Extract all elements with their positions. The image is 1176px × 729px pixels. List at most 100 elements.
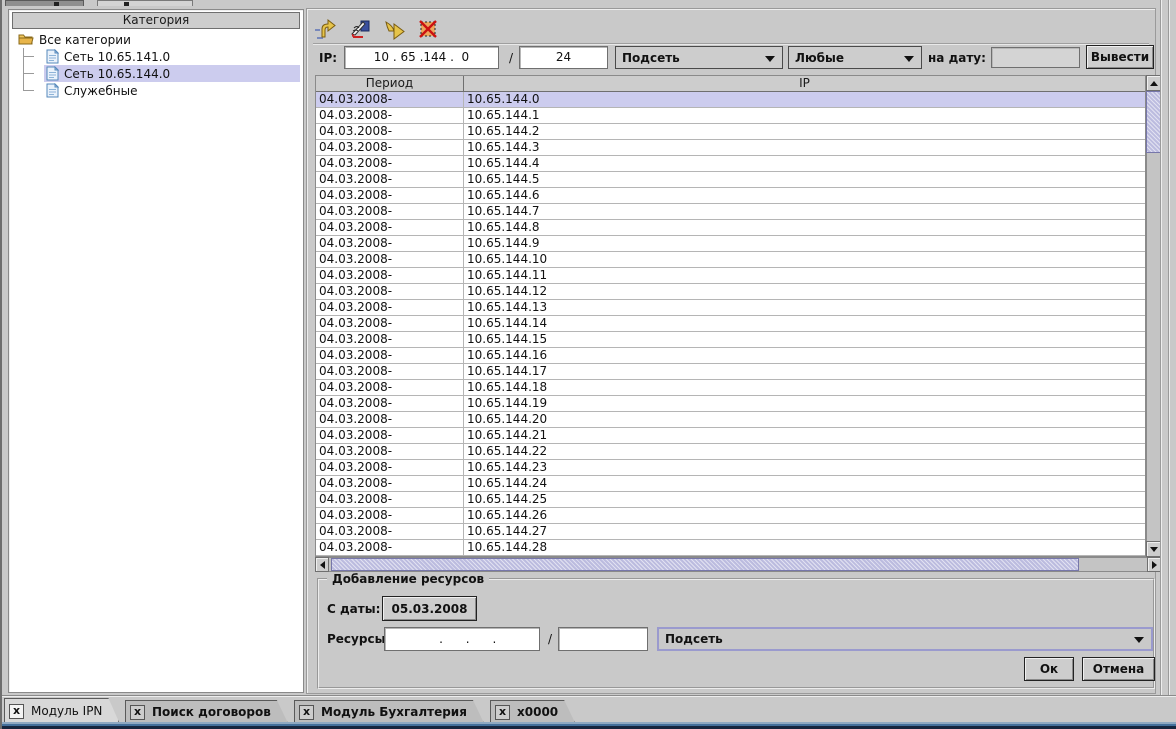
ip-input[interactable]: 10 . 65 .144 . 0 <box>344 46 499 69</box>
cell-ip: 10.65.144.27 <box>464 524 1145 539</box>
tree-item[interactable]: Все категории <box>12 31 300 48</box>
cell-ip: 10.65.144.5 <box>464 172 1145 187</box>
mask-input[interactable]: 24 <box>519 46 608 69</box>
cell-period: 04.03.2008- <box>316 220 464 235</box>
table-row[interactable]: 04.03.2008- 10.65.144.2 <box>316 124 1145 140</box>
chevron-down-icon <box>765 56 775 62</box>
table-row[interactable]: 04.03.2008- 10.65.144.22 <box>316 444 1145 460</box>
table-row[interactable]: 04.03.2008- 10.65.144.13 <box>316 300 1145 316</box>
scroll-left-button[interactable] <box>315 557 329 572</box>
tree-item[interactable]: Сеть 10.65.144.0 <box>12 65 300 82</box>
table-row[interactable]: 04.03.2008- 10.65.144.25 <box>316 492 1145 508</box>
category-panel: Категория Все категории <box>8 9 304 693</box>
cell-period: 04.03.2008- <box>316 252 464 267</box>
cancel-button[interactable]: Отмена <box>1082 657 1155 681</box>
table-row[interactable]: 04.03.2008- 10.65.144.3 <box>316 140 1145 156</box>
table-row[interactable]: 04.03.2008- 10.65.144.18 <box>316 380 1145 396</box>
table-row[interactable]: 04.03.2008- 10.65.144.19 <box>316 396 1145 412</box>
show-button[interactable]: Вывести <box>1086 45 1154 69</box>
scroll-down-button[interactable] <box>1146 541 1161 557</box>
table-row[interactable]: 04.03.2008- 10.65.144.27 <box>316 524 1145 540</box>
tree-item[interactable]: Служебные <box>12 82 300 99</box>
arrow-down-icon <box>1150 547 1158 552</box>
module-tab[interactable]: x Модуль Бухгалтерия <box>294 700 484 723</box>
top-tab-stub-2[interactable] <box>97 0 193 6</box>
table-row[interactable]: 04.03.2008- 10.65.144.26 <box>316 508 1145 524</box>
any-filter-select[interactable]: Любые <box>788 46 922 69</box>
module-tab[interactable]: x x0000 <box>490 700 575 723</box>
table-row[interactable]: 04.03.2008- 10.65.144.21 <box>316 428 1145 444</box>
delete-resource-icon[interactable] <box>415 16 441 42</box>
horizontal-scrollbar[interactable] <box>315 557 1161 572</box>
table-row[interactable]: 04.03.2008- 10.65.144.23 <box>316 460 1145 476</box>
ok-button[interactable]: Ок <box>1024 657 1074 681</box>
module-taskbar: x Модуль IPN x Поиск договоров x Модуль … <box>2 697 1176 723</box>
table-row[interactable]: 04.03.2008- 10.65.144.5 <box>316 172 1145 188</box>
tree-item[interactable]: Сеть 10.65.141.0 <box>12 48 300 65</box>
table-row[interactable]: 04.03.2008- 10.65.144.11 <box>316 268 1145 284</box>
module-tab[interactable]: x Поиск договоров <box>125 700 288 723</box>
resource-type-select[interactable]: Подсеть <box>657 627 1153 651</box>
cell-period: 04.03.2008- <box>316 172 464 187</box>
table-row[interactable]: 04.03.2008- 10.65.144.14 <box>316 316 1145 332</box>
horizontal-scrollbar-thumb[interactable] <box>331 558 1079 571</box>
table-row[interactable]: 04.03.2008- 10.65.144.28 <box>316 540 1145 556</box>
table-row[interactable]: 04.03.2008- 10.65.144.0 <box>316 92 1145 108</box>
on-date-label: на дату: <box>928 51 986 65</box>
cell-period: 04.03.2008- <box>316 316 464 331</box>
table-row[interactable]: 04.03.2008- 10.65.144.4 <box>316 156 1145 172</box>
cell-period: 04.03.2008- <box>316 124 464 139</box>
scroll-up-button[interactable] <box>1146 75 1161 91</box>
tree-item-label: Сеть 10.65.141.0 <box>64 50 170 64</box>
cell-ip: 10.65.144.3 <box>464 140 1145 155</box>
top-tab-stub-1[interactable] <box>5 0 84 6</box>
tree-item-label: Служебные <box>64 84 137 98</box>
close-icon[interactable]: x <box>299 705 314 720</box>
cell-period: 04.03.2008- <box>316 92 464 107</box>
table-row[interactable]: 04.03.2008- 10.65.144.24 <box>316 476 1145 492</box>
folder-icon <box>18 33 34 46</box>
curved-arrow-up-icon[interactable] <box>313 16 339 42</box>
close-icon[interactable]: x <box>495 705 510 720</box>
scroll-right-button[interactable] <box>1147 557 1161 572</box>
cell-period: 04.03.2008- <box>316 380 464 395</box>
chevron-down-icon <box>1134 637 1144 643</box>
cell-ip: 10.65.144.9 <box>464 236 1145 251</box>
arrow-left-icon <box>320 561 325 569</box>
cell-ip: 10.65.144.28 <box>464 540 1145 555</box>
table-row[interactable]: 04.03.2008- 10.65.144.7 <box>316 204 1145 220</box>
table-row[interactable]: 04.03.2008- 10.65.144.20 <box>316 412 1145 428</box>
resource-ip-input[interactable]: . . . <box>384 627 540 651</box>
cell-ip: 10.65.144.14 <box>464 316 1145 331</box>
table-row[interactable]: 04.03.2008- 10.65.144.15 <box>316 332 1145 348</box>
table-row[interactable]: 04.03.2008- 10.65.144.12 <box>316 284 1145 300</box>
tree-item-label: Сеть 10.65.144.0 <box>64 67 170 81</box>
arrow-right-icon <box>1152 561 1157 569</box>
module-tab[interactable]: x Модуль IPN <box>4 698 119 723</box>
edit-resource-icon[interactable] <box>347 16 373 42</box>
subnet-type-select[interactable]: Подсеть <box>615 46 783 69</box>
table-row[interactable]: 04.03.2008- 10.65.144.1 <box>316 108 1145 124</box>
cell-period: 04.03.2008- <box>316 460 464 475</box>
table-row[interactable]: 04.03.2008- 10.65.144.6 <box>316 188 1145 204</box>
cell-period: 04.03.2008- <box>316 476 464 491</box>
column-header-period[interactable]: Период <box>316 76 464 91</box>
cell-ip: 10.65.144.4 <box>464 156 1145 171</box>
table-row[interactable]: 04.03.2008- 10.65.144.8 <box>316 220 1145 236</box>
resource-mask-input[interactable] <box>558 627 648 651</box>
module-tab-label: x0000 <box>517 705 558 719</box>
cell-ip: 10.65.144.15 <box>464 332 1145 347</box>
resources-table: Период IP 04.03.2008- 10.65.144.0 04.03.… <box>315 75 1146 557</box>
table-row[interactable]: 04.03.2008- 10.65.144.16 <box>316 348 1145 364</box>
close-icon[interactable]: x <box>9 704 24 719</box>
table-row[interactable]: 04.03.2008- 10.65.144.10 <box>316 252 1145 268</box>
vertical-scrollbar-thumb[interactable] <box>1146 91 1161 153</box>
table-row[interactable]: 04.03.2008- 10.65.144.17 <box>316 364 1145 380</box>
table-row[interactable]: 04.03.2008- 10.65.144.9 <box>316 236 1145 252</box>
column-header-ip[interactable]: IP <box>464 76 1145 91</box>
cell-ip: 10.65.144.16 <box>464 348 1145 363</box>
close-icon[interactable]: x <box>130 705 145 720</box>
from-date-button[interactable]: 05.03.2008 <box>382 596 477 621</box>
move-arrow-icon[interactable] <box>381 16 407 42</box>
on-date-input[interactable] <box>991 47 1080 68</box>
